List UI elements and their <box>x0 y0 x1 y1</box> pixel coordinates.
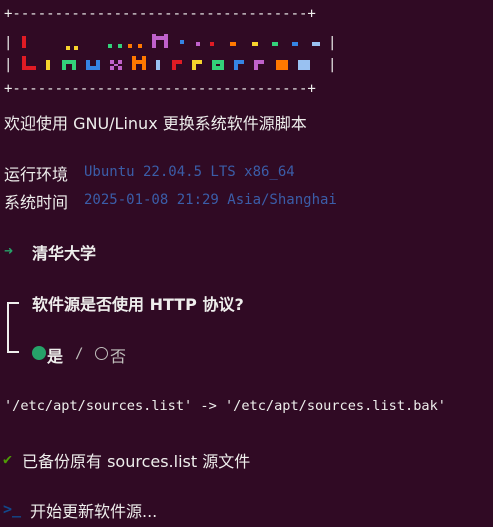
time-value: 2025-01-08 21:29 Asia/Shanghai <box>84 192 337 208</box>
prompt-bracket <box>7 302 9 352</box>
banner-border-bottom: +-----------------------------------+ <box>4 81 316 97</box>
banner-pipe-left-2: | <box>4 57 13 73</box>
env-label: 运行环境 <box>4 165 69 184</box>
question-text: 软件源是否使用 HTTP 协议? <box>32 295 244 314</box>
time-label: 系统时间 <box>4 193 69 212</box>
terminal-prompt-icon: >_ <box>3 500 22 518</box>
banner-border-top: +-----------------------------------+ <box>4 6 316 22</box>
update-start-text: 开始更新软件源... <box>30 502 158 521</box>
arrow-icon: ➜ <box>4 242 14 260</box>
banner-pipe-left-1: | <box>4 35 13 51</box>
backup-command-output: '/etc/apt/sources.list' -> '/etc/apt/sou… <box>4 398 446 414</box>
selected-mirror-name: 清华大学 <box>32 244 97 263</box>
backup-done-text: 已备份原有 sources.list 源文件 <box>22 452 251 471</box>
env-value: Ubuntu 22.04.5 LTS x86_64 <box>84 164 295 180</box>
banner-pipe-right-1: | <box>328 35 337 51</box>
option-yes-label[interactable]: 是 <box>47 343 63 367</box>
prompt-bracket-bottom <box>7 351 19 353</box>
logo-row-top <box>22 34 320 50</box>
option-separator: / <box>75 346 84 362</box>
option-no-radio[interactable] <box>95 347 108 360</box>
option-yes-radio[interactable] <box>32 346 46 360</box>
banner-pipe-right-2: | <box>328 57 337 73</box>
prompt-bracket-top <box>7 302 19 304</box>
check-icon: ✔ <box>3 450 13 468</box>
option-no-label[interactable]: 否 <box>110 343 126 367</box>
welcome-text: 欢迎使用 GNU/Linux 更换系统软件源脚本 <box>4 114 307 133</box>
linuxmirrors-logo <box>22 34 320 70</box>
logo-row-bottom <box>22 56 310 70</box>
